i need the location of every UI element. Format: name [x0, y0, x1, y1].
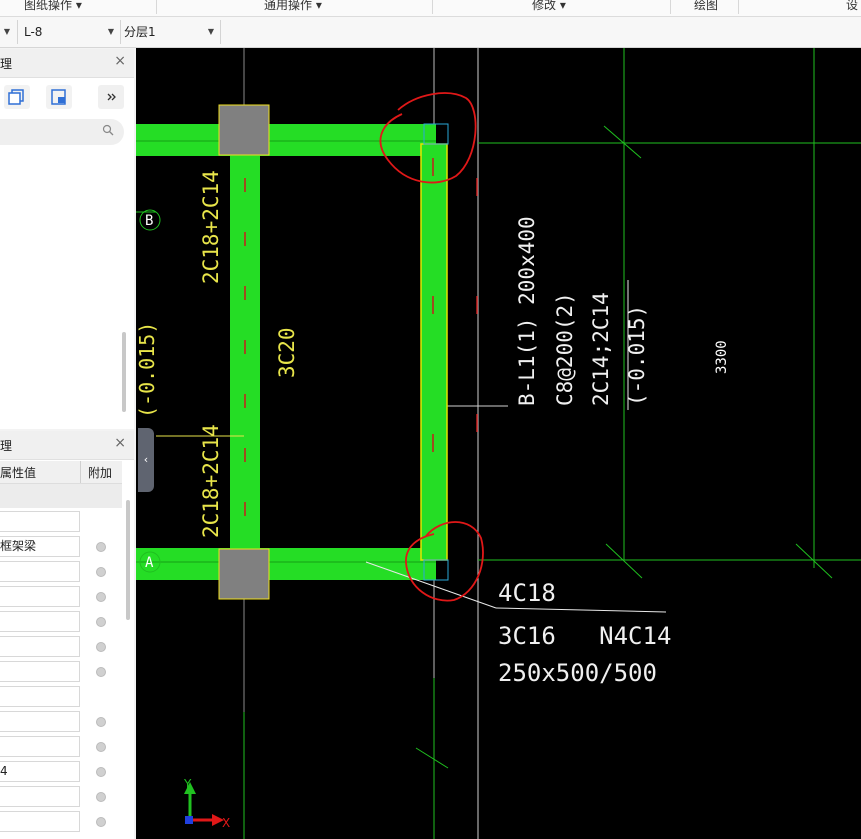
copy-icon — [8, 89, 24, 105]
menu-modify-label: 修改 — [532, 0, 557, 12]
property-value-cell[interactable] — [0, 661, 80, 682]
type-dropdown-arrow[interactable]: ▼ — [2, 22, 14, 42]
more-button[interactable] — [98, 85, 124, 109]
menu-general-ops[interactable]: 通用操作 ▾ — [264, 0, 322, 13]
extra-checkbox[interactable] — [96, 742, 106, 752]
extra-checkbox[interactable] — [96, 642, 106, 652]
component-select-value: L-8 — [24, 25, 43, 39]
col-rebar-top: 2C18+2C14 — [199, 170, 223, 284]
extra-checkbox[interactable] — [96, 592, 106, 602]
extra-checkbox[interactable] — [96, 767, 106, 777]
drawing-svg: 2C18+2C14 3C20 2C18+2C14 (-0.015) B A B-… — [136, 48, 861, 839]
property-grid-header: 属性值 附加 — [0, 461, 122, 484]
menu-drawing-ops[interactable]: 图纸操作 ▾ — [24, 0, 82, 13]
menu-drawing-ops-label: 图纸操作 — [24, 0, 73, 12]
column-header-extra: 附加 — [88, 466, 113, 480]
left-cut-text: (-0.015) — [136, 322, 159, 418]
annotation-4c18: 4C18 — [498, 579, 556, 607]
axis-label-a: A — [145, 555, 154, 571]
column-top[interactable] — [218, 104, 270, 156]
menu-draw[interactable]: 绘图 — [694, 0, 718, 13]
extra-checkbox[interactable] — [96, 792, 106, 802]
axis-label-b: B — [145, 213, 153, 229]
beam-annotation-line1: B-L1(1) 200x400 — [515, 216, 539, 406]
col-rebar-mid: 3C20 — [275, 327, 299, 378]
property-value-cell[interactable] — [0, 711, 80, 732]
beam-annotation-line2: C8@200(2) — [553, 292, 577, 406]
property-value-cell[interactable]: 4 — [0, 761, 80, 782]
selector-bar: ▼ L-8 ▼ 分层1 ▼ — [0, 17, 861, 48]
search-icon — [102, 124, 114, 136]
search-input[interactable] — [0, 119, 124, 145]
property-value-cell[interactable] — [0, 686, 80, 707]
property-value-cell[interactable] — [0, 611, 80, 632]
component-select[interactable]: L-8 ▼ — [24, 22, 118, 42]
annotation-3c16-n4c14: 3C16 N4C14 — [498, 622, 671, 650]
extra-checkbox[interactable] — [96, 667, 106, 677]
property-value-cell[interactable] — [0, 511, 80, 532]
annotation-section: 250x500/500 — [498, 659, 657, 687]
beam-top[interactable] — [136, 124, 436, 156]
beam-bottom[interactable] — [136, 548, 436, 580]
beam-annotation-line3: 2C14;2C14 — [589, 292, 613, 406]
layer-save-icon — [51, 89, 66, 105]
extra-checkbox[interactable] — [96, 717, 106, 727]
property-group-row — [0, 484, 122, 508]
chevron-down-icon: ▼ — [107, 27, 114, 36]
property-scrollbar[interactable] — [126, 500, 130, 620]
property-value-cell[interactable]: 框架梁 — [0, 536, 80, 557]
property-value-cell[interactable] — [0, 786, 80, 807]
layer-select[interactable]: 分层1 ▼ — [124, 22, 218, 42]
property-value-cell[interactable] — [0, 586, 80, 607]
menu-modify[interactable]: 修改 ▾ — [532, 0, 566, 13]
layer-select-value: 分层1 — [124, 25, 156, 39]
beam-annotation-line4: (-0.015) — [625, 305, 649, 406]
property-value-cell[interactable] — [0, 561, 80, 582]
collapse-panel-button[interactable]: ‹ — [138, 428, 154, 492]
extra-checkbox[interactable] — [96, 567, 106, 577]
property-value-cell[interactable] — [0, 636, 80, 657]
top-menu-bar: 图纸操作 ▾ 通用操作 ▾ 修改 ▾ 绘图 设 — [0, 0, 861, 17]
panel-header: 理 × — [0, 49, 134, 78]
panel-title: 理 — [0, 57, 13, 71]
chevron-down-icon: ▼ — [207, 27, 214, 36]
close-icon[interactable]: × — [114, 435, 126, 451]
extra-checkbox[interactable] — [96, 617, 106, 627]
tick-mark — [603, 125, 642, 159]
panel-title: 理 — [0, 439, 13, 453]
save-layer-button[interactable] — [46, 85, 72, 109]
ucs-y-label: Y — [183, 777, 192, 791]
extra-checkbox[interactable] — [96, 817, 106, 827]
column-header-value: 属性值 — [0, 466, 37, 480]
property-value-cell[interactable] — [0, 736, 80, 757]
beam-b-l1[interactable] — [420, 143, 448, 561]
double-chevron-right-icon — [107, 93, 116, 101]
component-list-panel: 理 × — [0, 49, 134, 429]
column-bottom[interactable] — [218, 548, 270, 600]
cad-canvas[interactable]: 2C18+2C14 3C20 2C18+2C14 (-0.015) B A B-… — [136, 48, 861, 839]
property-value-cell[interactable] — [0, 811, 80, 832]
close-icon[interactable]: × — [114, 53, 126, 69]
col-rebar-bottom: 2C18+2C14 — [199, 424, 223, 538]
tick-mark — [415, 747, 449, 769]
panel-header: 理 × — [0, 431, 134, 460]
extra-checkbox[interactable] — [96, 542, 106, 552]
menu-settings[interactable]: 设 — [846, 0, 858, 13]
copy-button[interactable] — [4, 85, 30, 109]
panel-scrollbar[interactable] — [122, 332, 126, 412]
ucs-x-label: X — [222, 816, 230, 830]
dimension-3300: 3300 — [714, 340, 730, 374]
menu-general-ops-label: 通用操作 — [264, 0, 313, 12]
